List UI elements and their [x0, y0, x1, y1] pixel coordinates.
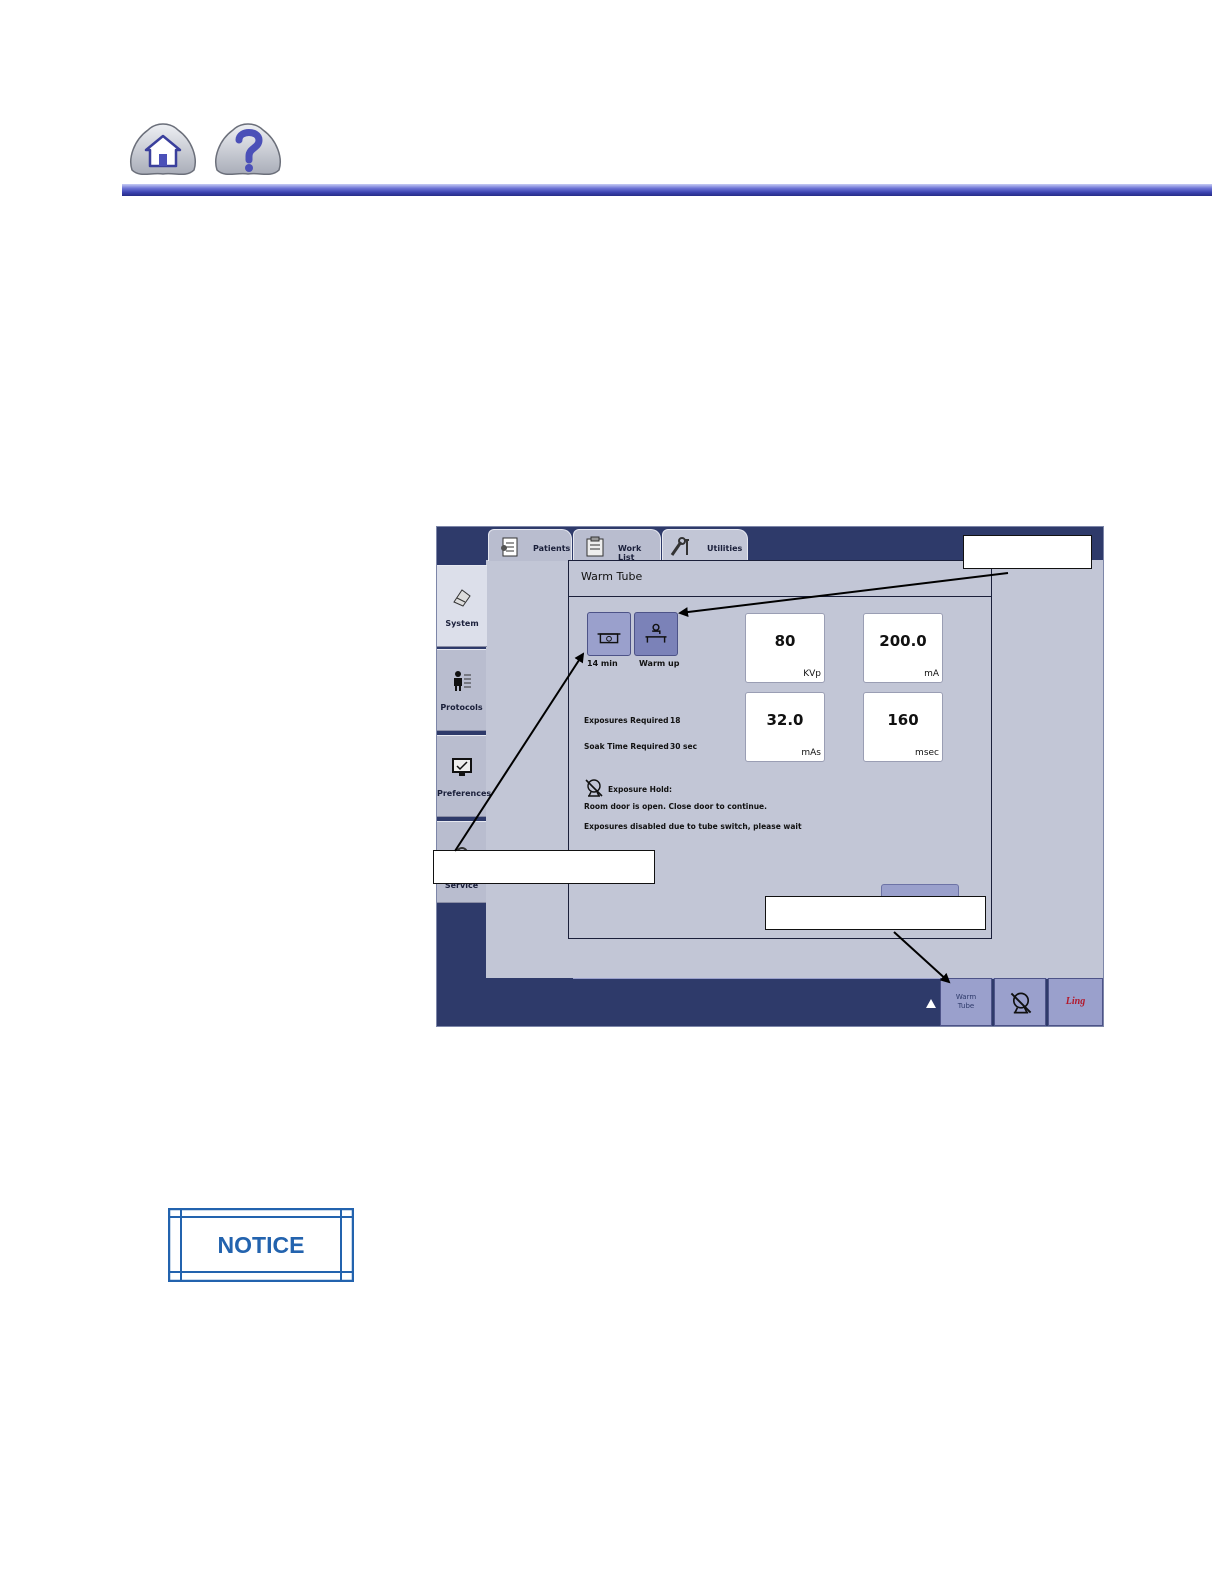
callout-soak	[433, 850, 655, 884]
home-icon	[130, 123, 196, 176]
exposure-hold-label: Exposure Hold:	[608, 785, 673, 794]
tab-utilities[interactable]: Utilities	[662, 529, 748, 563]
home-button[interactable]	[126, 118, 200, 178]
warm-tube-button[interactable]: Warm Tube	[940, 978, 992, 1026]
clipboard-icon	[584, 536, 606, 558]
notice-label: NOTICE	[168, 1208, 354, 1282]
warm-tube-screenshot: Patients Work List Utilities System Prot…	[436, 526, 1104, 1027]
warm-tube-label-line1: Warm	[955, 993, 977, 1001]
dialog-title: Warm Tube	[569, 561, 991, 597]
ma-value: 200.0	[879, 632, 927, 650]
exposures-required-value: 18	[670, 716, 681, 725]
logo-button[interactable]: Ling	[1048, 978, 1103, 1026]
triangle-up-icon[interactable]	[925, 997, 937, 1009]
tube-soak-icon	[597, 633, 621, 644]
side-tab-protocols[interactable]: Protocols	[437, 649, 486, 731]
kvp-value: 80	[774, 632, 796, 650]
side-tab-system[interactable]: System	[437, 565, 487, 647]
exposures-disabled-message: Exposures disabled due to tube switch, p…	[584, 822, 802, 831]
system-icon	[451, 586, 473, 608]
mas-unit: mAs	[801, 748, 821, 758]
help-button[interactable]	[211, 118, 285, 178]
side-tab-preferences[interactable]: Preferences	[437, 735, 492, 817]
tools-icon	[669, 536, 691, 558]
tube-warmup-icon	[645, 623, 667, 643]
exposures-required-label: Exposures Required	[584, 716, 669, 725]
exposure-status-button[interactable]	[994, 978, 1046, 1026]
callout-warm-up	[963, 535, 1092, 569]
kvp-unit: KVp	[803, 669, 821, 679]
soak-time-value: 30 sec	[670, 742, 698, 751]
question-mark-icon	[215, 123, 281, 176]
person-list-icon	[451, 670, 473, 692]
msec-unit: msec	[915, 748, 939, 758]
soak-mode-label: 14 min	[587, 659, 618, 668]
callout-warm-tube-button	[765, 896, 986, 930]
warm-up-mode-label: Warm up	[639, 659, 680, 668]
msec-value: 160	[887, 711, 919, 729]
side-tab-protocols-label: Protocols	[440, 703, 483, 712]
soak-time-label: Soak Time Required	[584, 742, 669, 751]
warm-up-mode-button[interactable]	[634, 612, 678, 656]
notice-text: NOTICE	[217, 1232, 305, 1258]
warm-tube-label-line2: Tube	[957, 1002, 975, 1010]
ling-logo-text: Ling	[1065, 996, 1086, 1007]
tab-work-list[interactable]: Work List	[573, 529, 661, 562]
mas-value: 32.0	[766, 711, 804, 729]
tab-patients-label: Patients	[533, 544, 571, 553]
room-door-message: Room door is open. Close door to continu…	[584, 802, 767, 811]
msec-field[interactable]: 160 msec	[863, 692, 943, 762]
soak-mode-button[interactable]	[587, 612, 631, 656]
mas-field[interactable]: 32.0 mAs	[745, 692, 825, 762]
side-tab-preferences-label: Preferences	[437, 789, 492, 798]
monitor-icon	[451, 756, 473, 778]
tab-patients[interactable]: Patients	[488, 529, 572, 561]
side-tab-system-label: System	[445, 619, 479, 628]
tab-utilities-label: Utilities	[707, 544, 743, 553]
header-divider-bar	[122, 184, 1212, 196]
ma-unit: mA	[924, 669, 939, 679]
no-exposure-icon	[585, 779, 603, 797]
patient-chart-icon	[499, 536, 521, 558]
kvp-field[interactable]: 80 KVp	[745, 613, 825, 683]
no-exposure-icon	[1010, 992, 1032, 1014]
ma-field[interactable]: 200.0 mA	[863, 613, 943, 683]
